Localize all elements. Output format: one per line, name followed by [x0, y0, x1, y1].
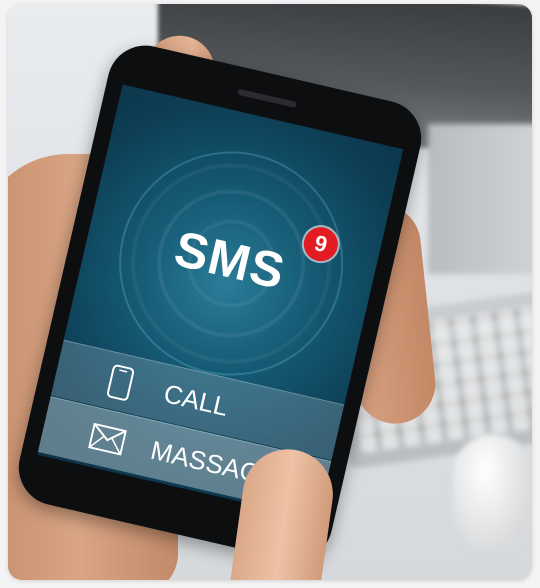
phone-speaker	[237, 88, 298, 109]
background-mouse	[453, 434, 532, 554]
background-monitor-stand	[428, 124, 532, 274]
phone-screen: SMS 9 CALL MASSAGE	[37, 84, 404, 520]
smartphone: SMS 9 CALL MASSAGE	[11, 38, 429, 568]
call-label: CALL	[161, 377, 232, 422]
envelope-icon	[87, 418, 128, 461]
phone-icon	[100, 361, 141, 404]
photo-scene: SMS 9 CALL MASSAGE	[8, 4, 532, 580]
